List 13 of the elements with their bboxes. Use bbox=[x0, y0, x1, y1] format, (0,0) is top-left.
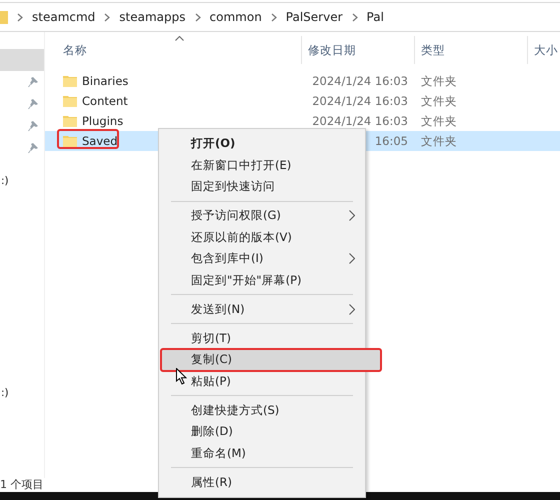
date-cell-text: 2024/1/24 16:03 bbox=[311, 74, 408, 88]
file-name: Content bbox=[82, 94, 128, 108]
date-cell-text: 16:05 bbox=[374, 134, 408, 148]
file-name: Plugins bbox=[82, 114, 124, 128]
file-name: Saved bbox=[82, 134, 118, 148]
date-cell-text: 2024/1/24 16:03 bbox=[311, 114, 408, 128]
type-cell: 文件夹 bbox=[421, 114, 457, 128]
status-text: 1 个项目 bbox=[0, 478, 44, 491]
date-cell-text: 2024/1/24 16:03 bbox=[311, 94, 408, 108]
type-cell: 文件夹 bbox=[421, 134, 457, 148]
type-cell: 文件夹 bbox=[421, 74, 457, 88]
file-name: Binaries bbox=[82, 74, 128, 88]
type-cell: 文件夹 bbox=[421, 94, 457, 108]
